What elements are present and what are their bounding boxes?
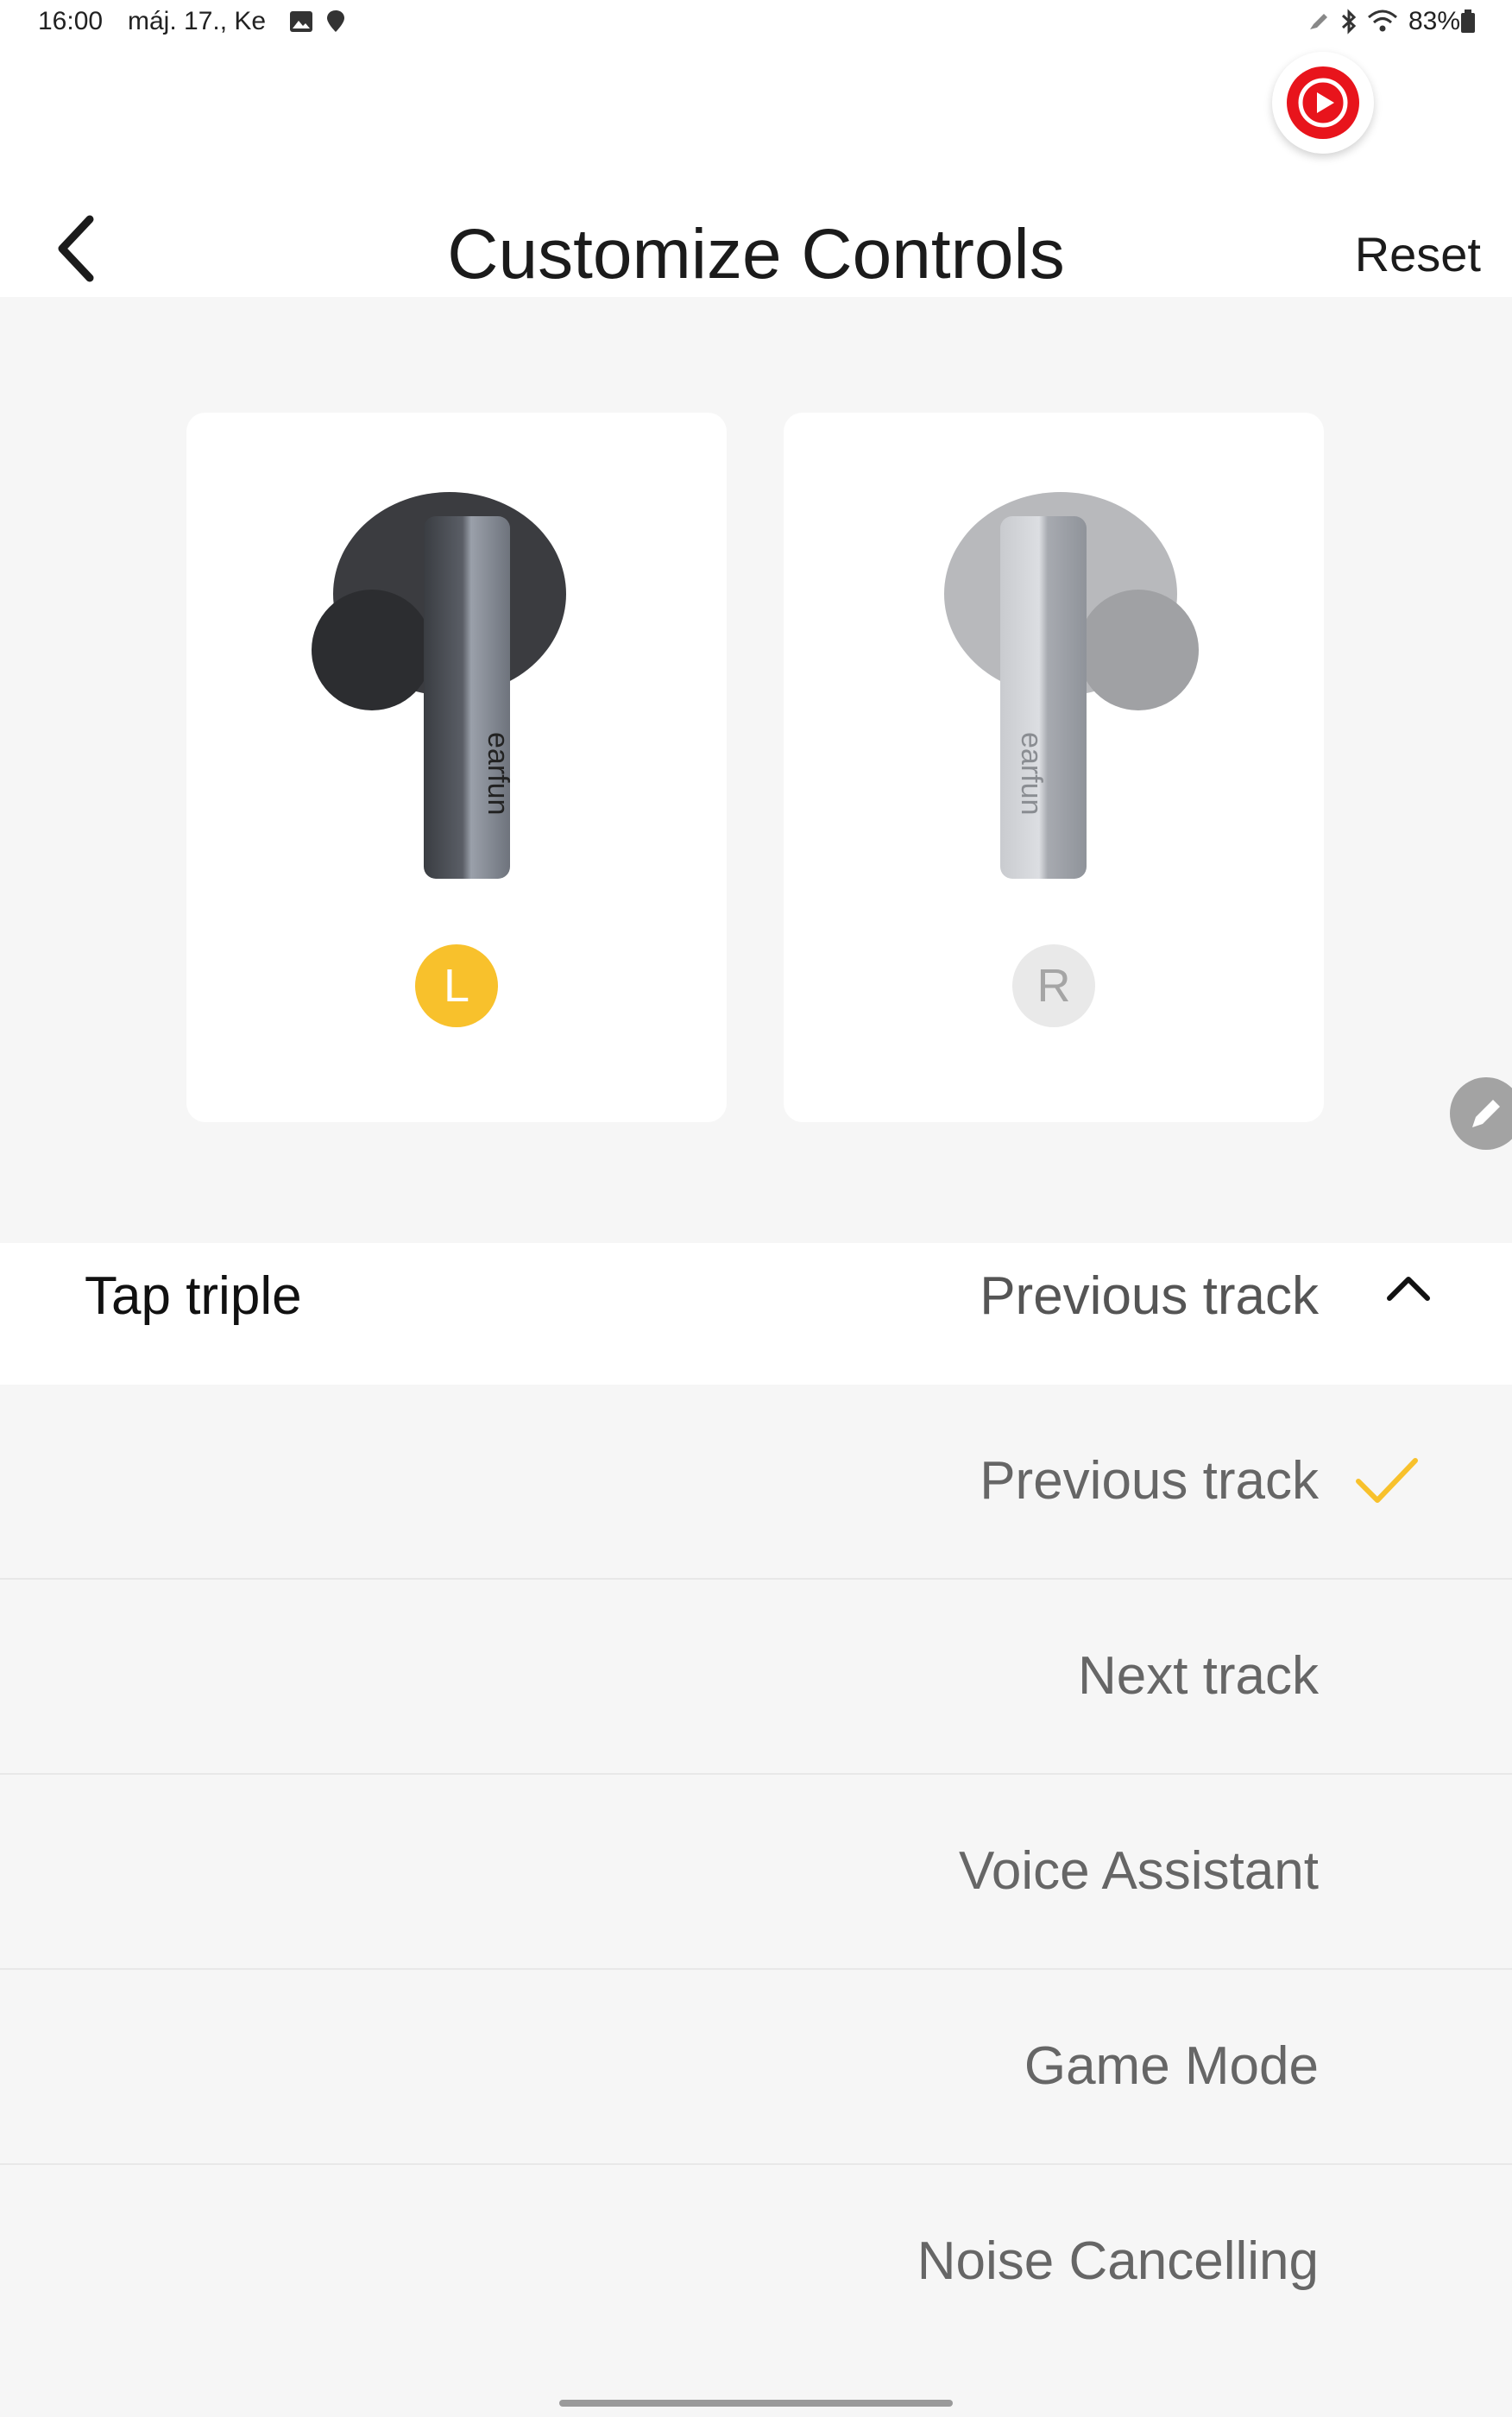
right-earbud-card[interactable]: earfun R bbox=[784, 413, 1324, 1122]
option-next-track[interactable]: Next track bbox=[0, 1580, 1512, 1775]
status-bar: 16:00 máj. 17., Ke 83% bbox=[0, 0, 1512, 43]
control-label: Tap triple bbox=[85, 1266, 302, 1326]
earbud-brand-text: earfun bbox=[482, 732, 514, 815]
reset-button[interactable]: Reset bbox=[1355, 226, 1481, 282]
control-row-tap-triple[interactable]: Tap triple Previous track bbox=[0, 1243, 1512, 1385]
option-list: Previous track Next track Voice Assistan… bbox=[0, 1385, 1512, 2358]
status-time: 16:00 bbox=[38, 7, 104, 35]
earbud-selector: earfun L earfun R bbox=[0, 297, 1512, 1243]
wifi-icon bbox=[1368, 9, 1397, 32]
option-noise-cancelling[interactable]: Noise Cancelling bbox=[0, 2165, 1512, 2358]
edit-button[interactable] bbox=[1450, 1077, 1512, 1150]
location-icon bbox=[327, 10, 344, 32]
option-label: Next track bbox=[1077, 1646, 1319, 1706]
right-badge: R bbox=[1012, 944, 1095, 1027]
chevron-up-icon[interactable] bbox=[1381, 1260, 1436, 1316]
checkmark-icon bbox=[1356, 1458, 1418, 1503]
left-earbud-image: earfun bbox=[312, 492, 566, 879]
option-label: Voice Assistant bbox=[958, 1841, 1319, 1901]
status-date: máj. 17., Ke bbox=[128, 7, 267, 35]
pen-icon bbox=[1310, 14, 1327, 29]
right-earbud-image: earfun bbox=[944, 492, 1199, 879]
battery-percent: 83% bbox=[1408, 7, 1460, 35]
left-earbud-card[interactable]: earfun L bbox=[186, 413, 727, 1122]
option-label: Game Mode bbox=[1024, 2036, 1319, 2096]
option-voice-assistant[interactable]: Voice Assistant bbox=[0, 1775, 1512, 1970]
pencil-icon bbox=[1472, 1100, 1500, 1127]
page-title: Customize Controls bbox=[447, 215, 1065, 293]
home-indicator[interactable] bbox=[559, 2400, 953, 2407]
bluetooth-icon bbox=[1341, 9, 1357, 35]
floating-play-button[interactable] bbox=[1272, 52, 1374, 154]
option-game-mode[interactable]: Game Mode bbox=[0, 1970, 1512, 2165]
battery-icon bbox=[1461, 9, 1475, 33]
option-label: Noise Cancelling bbox=[917, 2231, 1319, 2291]
left-badge: L bbox=[415, 944, 498, 1027]
option-label: Previous track bbox=[980, 1451, 1319, 1511]
play-circle-icon bbox=[1287, 66, 1359, 139]
earbud-brand-text: earfun bbox=[1015, 732, 1048, 815]
option-previous-track[interactable]: Previous track bbox=[0, 1385, 1512, 1580]
control-value: Previous track bbox=[980, 1266, 1319, 1326]
image-icon bbox=[290, 11, 312, 32]
